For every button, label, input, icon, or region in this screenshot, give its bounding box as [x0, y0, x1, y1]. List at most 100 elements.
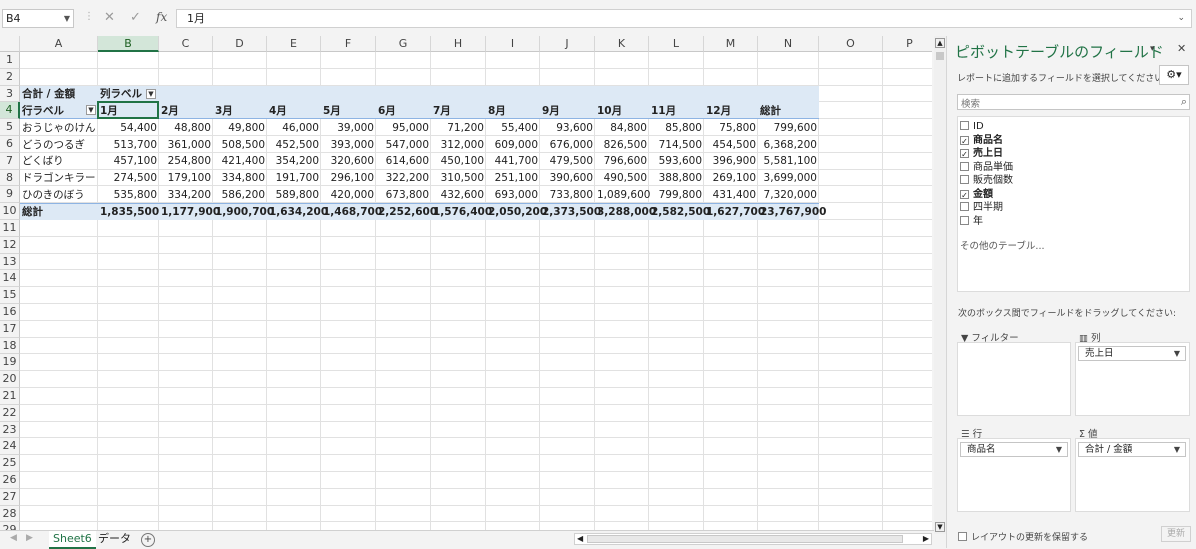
- row-header-5[interactable]: 5: [0, 119, 20, 136]
- value-cell[interactable]: 431,400: [704, 187, 758, 203]
- month-header[interactable]: 2月: [159, 103, 213, 119]
- chevron-down-icon[interactable]: ▼: [1056, 443, 1062, 456]
- value-cell[interactable]: 274,500: [98, 170, 159, 186]
- row-header-20[interactable]: 20: [0, 371, 20, 388]
- value-cell[interactable]: 733,800: [540, 187, 595, 203]
- row-header-15[interactable]: 15: [0, 287, 20, 304]
- value-cell[interactable]: 388,800: [649, 170, 704, 186]
- column-header-n[interactable]: N: [758, 36, 819, 52]
- value-cell[interactable]: 322,200: [376, 170, 431, 186]
- values-area[interactable]: 合計 / 金額 ▼: [1075, 438, 1190, 512]
- value-cell[interactable]: 254,800: [159, 153, 213, 169]
- value-cell[interactable]: 799,600: [758, 120, 819, 136]
- grand-total-cell[interactable]: 2,252,600: [376, 204, 437, 220]
- column-header-d[interactable]: D: [213, 36, 267, 52]
- row-item-name[interactable]: どうのつるぎ: [20, 137, 98, 153]
- value-cell[interactable]: 95,000: [376, 120, 431, 136]
- value-cell[interactable]: 251,100: [486, 170, 540, 186]
- column-header-k[interactable]: K: [595, 36, 649, 52]
- value-cell[interactable]: 71,200: [431, 120, 486, 136]
- scroll-left-icon[interactable]: ◀: [577, 534, 583, 544]
- value-cell[interactable]: 269,100: [704, 170, 758, 186]
- value-cell[interactable]: 450,100: [431, 153, 486, 169]
- column-header-h[interactable]: H: [431, 36, 486, 52]
- column-header-a[interactable]: A: [20, 36, 98, 52]
- value-cell[interactable]: 310,500: [431, 170, 486, 186]
- vertical-scrollbar[interactable]: ▲ ▼: [934, 36, 946, 534]
- cancel-icon[interactable]: ✕: [104, 10, 115, 25]
- value-cell[interactable]: 179,100: [159, 170, 213, 186]
- tab-scroll-left-icon[interactable]: ◀: [10, 533, 17, 543]
- row-header-1[interactable]: 1: [0, 52, 20, 69]
- grand-total-cell[interactable]: 1,627,700: [704, 204, 765, 220]
- value-cell[interactable]: 676,000: [540, 137, 595, 153]
- row-item-name[interactable]: ひのきのぼう: [20, 187, 98, 203]
- value-cell[interactable]: 457,100: [98, 153, 159, 169]
- value-cell[interactable]: 614,600: [376, 153, 431, 169]
- value-cell[interactable]: 39,000: [321, 120, 376, 136]
- value-cell[interactable]: 479,500: [540, 153, 595, 169]
- column-header-p[interactable]: P: [883, 36, 932, 52]
- chevron-down-icon[interactable]: ▼: [1174, 443, 1180, 456]
- column-header-b[interactable]: B: [98, 36, 159, 52]
- month-header[interactable]: 12月: [704, 103, 758, 119]
- grand-total-label[interactable]: 総計: [20, 204, 98, 220]
- value-cell[interactable]: 714,500: [649, 137, 704, 153]
- month-header[interactable]: 11月: [649, 103, 704, 119]
- row-header-9[interactable]: 9: [0, 186, 20, 204]
- rows-area[interactable]: 商品名 ▼: [957, 438, 1071, 512]
- row-header-18[interactable]: 18: [0, 337, 20, 355]
- select-all-corner[interactable]: [0, 36, 20, 52]
- value-cell[interactable]: 508,500: [213, 137, 267, 153]
- chevron-down-icon[interactable]: ▼: [1174, 347, 1180, 360]
- field-checkbox[interactable]: [960, 121, 969, 130]
- add-sheet-icon[interactable]: +: [141, 533, 155, 547]
- value-cell[interactable]: 593,600: [649, 153, 704, 169]
- grand-total-cell[interactable]: 23,767,900: [758, 204, 826, 220]
- field-item[interactable]: 年: [960, 215, 983, 228]
- name-box[interactable]: B4 ▼: [2, 9, 74, 28]
- field-item[interactable]: 四半期: [960, 202, 1003, 214]
- value-cell[interactable]: 796,600: [595, 153, 649, 169]
- row-header-14[interactable]: 14: [0, 270, 20, 288]
- grand-total-cell[interactable]: 2,373,500: [540, 204, 601, 220]
- row-header-8[interactable]: 8: [0, 169, 20, 187]
- scroll-up-icon[interactable]: ▲: [935, 38, 945, 48]
- value-cell[interactable]: 513,700: [98, 137, 159, 153]
- formula-input[interactable]: 1月 ⌄: [176, 9, 1192, 28]
- row-header-17[interactable]: 17: [0, 320, 20, 338]
- field-item[interactable]: ✓ 金額: [960, 189, 993, 201]
- field-checkbox[interactable]: [960, 202, 969, 211]
- grand-total-cell[interactable]: 3,288,000: [595, 204, 656, 220]
- value-cell[interactable]: 609,000: [486, 137, 540, 153]
- pane-options-chevron-icon[interactable]: ▾: [1150, 44, 1155, 54]
- value-cell[interactable]: 826,500: [595, 137, 649, 153]
- field-item[interactable]: ✓ 売上日: [960, 148, 1003, 160]
- value-cell[interactable]: 547,000: [376, 137, 431, 153]
- column-header-j[interactable]: J: [540, 36, 595, 52]
- worksheet-grid[interactable]: A B C D E F G H I J K L M N O P 1 2 3 4 5 6 7 8 9 10 11 12 13 14 15 16 1…: [0, 36, 932, 530]
- column-header-l[interactable]: L: [649, 36, 704, 52]
- columns-field-pill[interactable]: 売上日 ▼: [1078, 346, 1186, 361]
- row-header-19[interactable]: 19: [0, 354, 20, 372]
- row-header-24[interactable]: 24: [0, 438, 20, 456]
- value-cell[interactable]: 586,200: [213, 187, 267, 203]
- row-header-13[interactable]: 13: [0, 253, 20, 271]
- month-header[interactable]: 3月: [213, 103, 267, 119]
- row-header-21[interactable]: 21: [0, 388, 20, 405]
- insert-function-icon[interactable]: fx: [156, 10, 167, 24]
- column-header-g[interactable]: G: [376, 36, 431, 52]
- enter-icon[interactable]: ✓: [130, 10, 141, 25]
- row-header-28[interactable]: 28: [0, 505, 20, 523]
- scroll-thumb[interactable]: [936, 52, 944, 60]
- column-header-i[interactable]: I: [486, 36, 540, 52]
- field-checkbox[interactable]: ✓: [960, 189, 969, 200]
- month-header[interactable]: 6月: [376, 103, 431, 119]
- close-icon[interactable]: ✕: [1177, 42, 1186, 55]
- grand-total-cell[interactable]: 1,576,400: [431, 204, 492, 220]
- field-search-input[interactable]: 検索 ⌕: [957, 94, 1190, 110]
- grand-total-cell[interactable]: 1,900,700: [213, 204, 274, 220]
- value-cell[interactable]: 6,368,200: [758, 137, 819, 153]
- tab-data[interactable]: データ: [94, 531, 135, 547]
- month-header[interactable]: 8月: [486, 103, 540, 119]
